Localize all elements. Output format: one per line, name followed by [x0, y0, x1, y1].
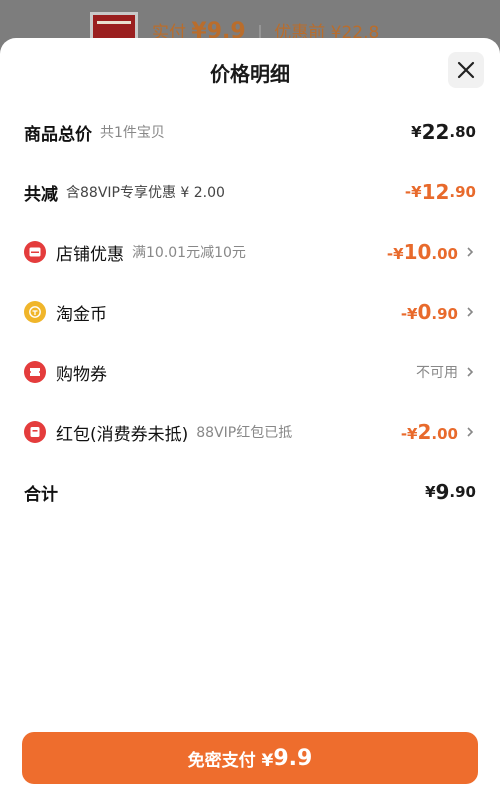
sum-total-amount: ¥9.90 [425, 480, 476, 504]
row-total-reduction: 共减 含88VIP专享优惠 ¥ 2.00 -¥ 12.90 [24, 180, 476, 205]
row-shop-discount[interactable]: 店铺优惠 满10.01元减10元 -¥10.00 [24, 232, 476, 272]
shop-discount-amount: -¥10.00 [386, 240, 458, 264]
total-reduction-amount: -¥ 12.90 [404, 180, 476, 204]
red-packet-icon [24, 421, 46, 443]
voucher-icon [24, 361, 46, 383]
red-packet-amount: -¥2.00 [400, 420, 458, 444]
row-tao-coin[interactable]: 淘金币 -¥0.90 [24, 292, 476, 332]
row-sum-total: 合计 ¥9.90 [24, 480, 476, 505]
sheet-title: 价格明细 [210, 62, 290, 86]
row-shopping-voucher[interactable]: 购物券 不可用 [24, 352, 476, 392]
coin-icon [24, 301, 46, 323]
chevron-right-icon [467, 367, 474, 377]
close-button[interactable] [448, 52, 484, 88]
goods-total-amount: ¥22.80 [411, 120, 476, 144]
close-icon [457, 61, 475, 79]
row-goods-total: 商品总价 共1件宝贝 ¥22.80 [24, 120, 476, 145]
row-red-packet[interactable]: 红包(消费券未抵) 88VIP红包已抵 -¥2.00 [24, 412, 476, 452]
price-detail-sheet: 价格明细 商品总价 共1件宝贝 ¥22.80 共减 含88VIP专享优惠 ¥ 2… [0, 38, 500, 801]
chevron-right-icon [467, 247, 474, 257]
tao-coin-amount: -¥0.90 [400, 300, 458, 324]
chevron-right-icon [467, 307, 474, 317]
shop-icon [24, 241, 46, 263]
voucher-status: 不可用 [416, 365, 458, 381]
password-free-pay-button[interactable]: 免密支付 ¥9.9 [22, 732, 478, 784]
chevron-right-icon [467, 427, 474, 437]
